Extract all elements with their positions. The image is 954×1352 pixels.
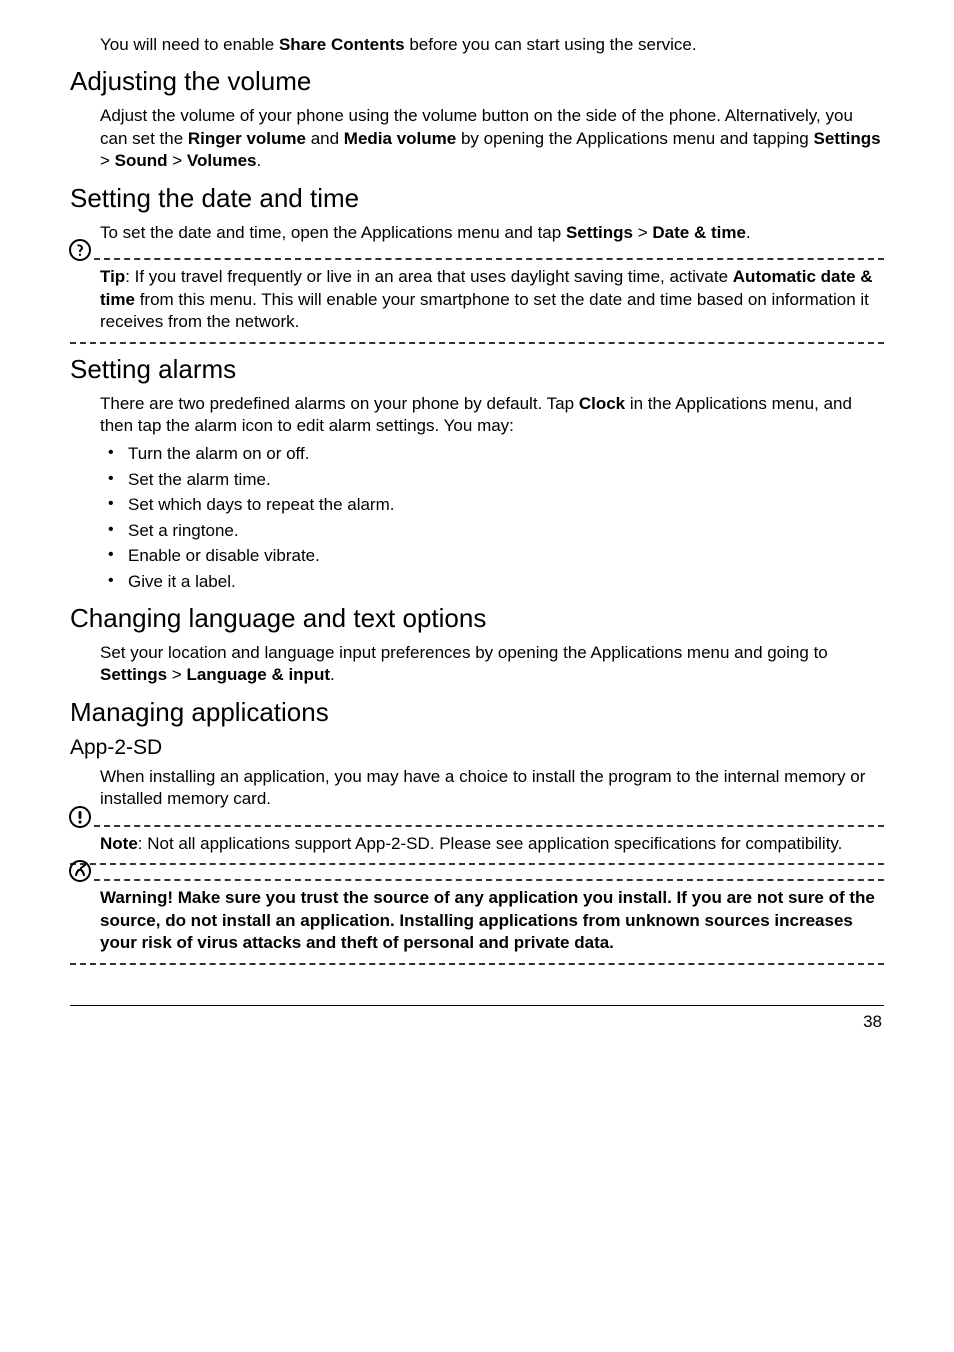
paragraph: There are two predefined alarms on your … [100, 393, 884, 438]
tip-callout: Tip: If you travel frequently or live in… [70, 258, 884, 343]
note-text: Note: Not all applications support App-2… [70, 831, 884, 859]
list-item: Set a ringtone. [100, 520, 884, 542]
text: . [746, 223, 751, 242]
warning-icon [68, 859, 92, 883]
warning-text: Warning! Make sure you trust the source … [70, 885, 884, 958]
text: from this menu. This will enable your sm… [100, 290, 869, 331]
text-bold: Clock [579, 394, 625, 413]
text: before you can start using the service. [405, 35, 697, 54]
text: > [100, 151, 115, 170]
list-item: Turn the alarm on or off. [100, 443, 884, 465]
tip-label: Tip [100, 267, 125, 286]
tip-icon [68, 238, 92, 262]
text: You will need to enable [100, 35, 279, 54]
page: You will need to enable Share Contents b… [0, 0, 954, 1062]
text: and [306, 129, 344, 148]
dashed-rule [70, 342, 884, 344]
text-bold: Warning! Make sure you trust the source … [100, 888, 875, 952]
page-number: 38 [70, 1012, 884, 1032]
note-callout: Note: Not all applications support App-2… [70, 825, 884, 865]
tip-text: Tip: If you travel frequently or live in… [70, 264, 884, 337]
text: : If you travel frequently or live in an… [125, 267, 733, 286]
paragraph: When installing an application, you may … [100, 766, 884, 811]
footer-rule [70, 1005, 884, 1006]
paragraph: To set the date and time, open the Appli… [100, 222, 884, 244]
text-bold: Language & input [186, 665, 330, 684]
text: > [167, 665, 186, 684]
list-item: Give it a label. [100, 571, 884, 593]
dashed-rule [70, 963, 884, 965]
heading-language: Changing language and text options [70, 603, 884, 634]
text: > [633, 223, 652, 242]
dashed-rule [70, 863, 884, 865]
text: . [257, 151, 262, 170]
dashed-rule [94, 825, 884, 827]
text-bold: Settings [100, 665, 167, 684]
text: Set your location and language input pre… [100, 643, 828, 662]
paragraph: Adjust the volume of your phone using th… [100, 105, 884, 172]
text-bold: Share Contents [279, 35, 405, 54]
text: : Not all applications support App-2-SD.… [138, 834, 843, 853]
warning-callout: Warning! Make sure you trust the source … [70, 879, 884, 964]
text: . [330, 665, 335, 684]
subheading-app-2-sd: App-2-SD [70, 736, 884, 760]
dashed-rule [94, 258, 884, 260]
note-icon [68, 805, 92, 829]
text: To set the date and time, open the Appli… [100, 223, 566, 242]
intro-paragraph: You will need to enable Share Contents b… [100, 34, 884, 56]
heading-adjusting-volume: Adjusting the volume [70, 66, 884, 97]
note-label: Note [100, 834, 138, 853]
text-bold: Settings [813, 129, 880, 148]
heading-alarms: Setting alarms [70, 354, 884, 385]
text-bold: Settings [566, 223, 633, 242]
list-item: Set which days to repeat the alarm. [100, 494, 884, 516]
text: by opening the Applications menu and tap… [456, 129, 813, 148]
alarm-options-list: Turn the alarm on or off. Set the alarm … [100, 443, 884, 593]
heading-managing-apps: Managing applications [70, 697, 884, 728]
text-bold: Ringer volume [188, 129, 306, 148]
text: > [168, 151, 187, 170]
text: There are two predefined alarms on your … [100, 394, 579, 413]
text-bold: Volumes [187, 151, 257, 170]
text-bold: Date & time [652, 223, 746, 242]
list-item: Enable or disable vibrate. [100, 545, 884, 567]
text-bold: Media volume [344, 129, 456, 148]
dashed-rule [94, 879, 884, 881]
paragraph: Set your location and language input pre… [100, 642, 884, 687]
text-bold: Sound [115, 151, 168, 170]
list-item: Set the alarm time. [100, 469, 884, 491]
heading-date-time: Setting the date and time [70, 183, 884, 214]
